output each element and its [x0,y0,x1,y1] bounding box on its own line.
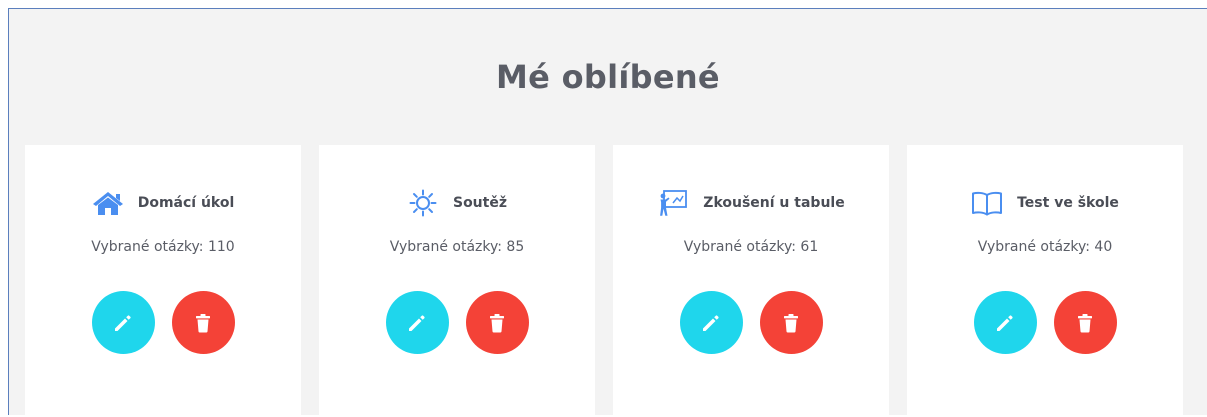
card-title: Test ve škole [1017,195,1119,211]
page-title: Mé oblíbené [496,58,720,96]
selected-questions-count: Vybrané otázky: 40 [977,239,1113,255]
pencil-icon [407,313,427,333]
card-title: Zkoušení u tabule [703,195,845,211]
trash-icon [1076,313,1094,333]
card-header: Test ve škole [907,189,1183,217]
favorite-card-homework: Domácí úkol Vybrané otázky: 110 [25,145,301,417]
home-icon [92,189,124,217]
selected-questions-count: Vybrané otázky: 110 [91,239,235,255]
card-header: Zkoušení u tabule [613,189,889,217]
card-actions [907,291,1183,354]
delete-button[interactable] [465,291,529,354]
delete-button[interactable] [1053,291,1117,354]
card-actions [25,291,301,354]
card-actions [613,291,889,354]
pencil-icon [995,313,1015,333]
favorite-card-blackboard-exam: Zkoušení u tabule Vybrané otázky: 61 [613,145,889,417]
card-header: Soutěž [319,189,595,217]
delete-button[interactable] [759,291,823,354]
pencil-icon [701,313,721,333]
trash-icon [488,313,506,333]
edit-button[interactable] [973,291,1037,354]
card-actions [319,291,595,354]
card-header: Domácí úkol [25,189,301,217]
edit-button[interactable] [91,291,155,354]
trash-icon [194,313,212,333]
sun-icon [407,189,439,217]
pencil-icon [113,313,133,333]
favorite-card-competition: Soutěž Vybrané otázky: 85 [319,145,595,417]
selected-questions-count: Vybrané otázky: 61 [683,239,819,255]
blackboard-icon [657,189,689,217]
book-icon [971,189,1003,217]
card-title: Domácí úkol [137,195,235,211]
favorite-card-school-test: Test ve škole Vybrané otázky: 40 [907,145,1183,417]
delete-button[interactable] [171,291,235,354]
trash-icon [782,313,800,333]
card-title: Soutěž [452,195,507,211]
edit-button[interactable] [385,291,449,354]
edit-button[interactable] [679,291,743,354]
favorites-panel: Mé oblíbené Domácí úkol Vybrané otázky: … [8,8,1207,417]
selected-questions-count: Vybrané otázky: 85 [389,239,525,255]
